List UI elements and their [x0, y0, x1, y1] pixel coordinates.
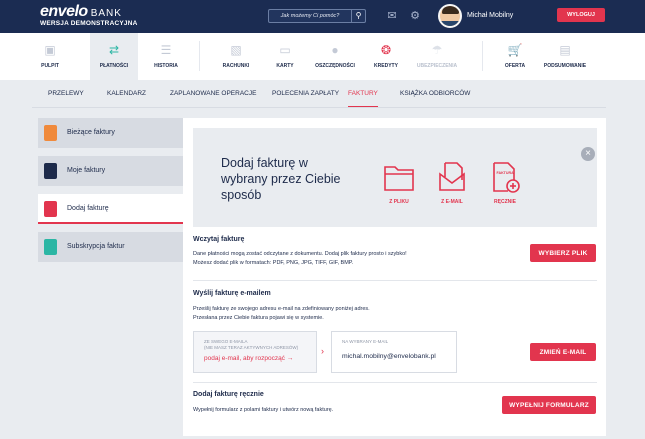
list-icon: ☰	[160, 43, 172, 57]
tab-polecenia-zaplaty[interactable]: POLECENIA ZAPŁATY	[272, 80, 339, 108]
wallet-icon: ▧	[230, 43, 242, 57]
hero-title: Dodaj fakturę w wybrany przez Ciebie spo…	[221, 156, 341, 202]
nav-item-podsumowanie[interactable]: ▤ PODSUMOWANIE	[538, 33, 592, 80]
target-email-label: NA WYBRANY E-MAIL	[342, 339, 389, 344]
nav-item-rachunki[interactable]: ▧ RACHUNKI	[212, 33, 260, 80]
source-email-label: ZE SWEGO E-MAILA (NIE MASZ TERAZ AKTYWNYC…	[204, 339, 299, 350]
option-manual[interactable]: FAKTURA RĘCZNIE	[482, 160, 528, 205]
card-icon: ▭	[279, 43, 291, 57]
nav-item-ubezpieczenia[interactable]: ☂ UBEZPIECZENIA	[407, 33, 467, 80]
upload-desc-line2: Możesz dodać plik w formatach: PDF, PNG,…	[193, 260, 354, 266]
transfer-icon: ⇄	[108, 43, 120, 57]
tab-zaplanowane-operacje[interactable]: ZAPLANOWANE OPERACJE	[170, 80, 256, 108]
invoice-add-icon	[44, 201, 57, 217]
mail-icon[interactable]: ✉	[385, 9, 399, 23]
invoices-icon	[44, 163, 57, 179]
avatar[interactable]	[438, 4, 462, 28]
invoice-badge: FAKTURA	[497, 171, 515, 175]
content-panel: Dodaj fakturę w wybrany przez Ciebie spo…	[183, 118, 606, 436]
option-from-email[interactable]: Z E-MAIL	[429, 160, 475, 205]
logout-button[interactable]: WYLOGUJ	[557, 8, 605, 22]
side-item-subskrypcja-faktur[interactable]: Subskrypcja faktur	[38, 232, 183, 262]
email-section: Wyślij fakturę e-mailem Prześlij fakturę…	[193, 290, 597, 330]
logo[interactable]: envelo BANK WERSJA DEMONSTRACYJNA	[40, 3, 137, 27]
savings-icon: ●	[331, 43, 339, 57]
side-item-biezace-faktury[interactable]: Bieżące faktury	[38, 118, 183, 148]
email-desc-line1: Prześlij fakturę ze swojego adresu e-mai…	[193, 306, 370, 312]
upload-title: Wczytaj fakturę	[193, 236, 245, 243]
invoice-add-icon: FAKTURA	[493, 162, 520, 193]
hero-banner: Dodaj fakturę w wybrany przez Ciebie spo…	[193, 128, 597, 227]
manual-desc: Wypełnij formularz z polami faktury i ut…	[193, 407, 334, 413]
fill-form-button[interactable]: WYPEŁNIJ FORMULARZ	[502, 396, 596, 414]
cart-icon: 🛒	[507, 43, 523, 57]
divider	[193, 382, 597, 383]
change-email-button[interactable]: ZMIEŃ E-MAIL	[530, 343, 596, 361]
target-email-box: NA WYBRANY E-MAIL michal.mobilny@envelob…	[331, 331, 457, 373]
manual-title: Dodaj fakturę ręcznie	[193, 391, 264, 398]
invoice-icon	[44, 125, 57, 141]
logo-subtitle: WERSJA DEMONSTRACYJNA	[40, 20, 138, 27]
sub-nav-divider	[32, 107, 606, 108]
umbrella-icon: ☂	[431, 43, 443, 57]
nav-item-historia[interactable]: ☰ HISTORIA	[142, 33, 190, 80]
side-item-moje-faktury[interactable]: Moje faktury	[38, 156, 183, 186]
option-from-file[interactable]: Z PLIKU	[376, 160, 422, 205]
tab-ksiazka-odbiorcow[interactable]: KSIĄŻKA ODBIORCÓW	[400, 80, 470, 108]
source-email-box: ZE SWEGO E-MAILA (NIE MASZ TERAZ AKTYWNYC…	[193, 331, 317, 373]
main-nav: ▣ PULPIT ⇄ PŁATNOŚCI ☰ HISTORIA ▧ RACHUN…	[0, 33, 645, 80]
tab-kalendarz[interactable]: KALENDARZ	[107, 80, 146, 108]
folder-icon	[384, 166, 414, 191]
search-box: ⚲	[268, 9, 366, 23]
nav-item-platnosci[interactable]: ⇄ PŁATNOŚCI	[90, 33, 138, 80]
provide-email-link[interactable]: podaj e-mail, aby rozpocząć →	[204, 355, 293, 362]
gear-icon[interactable]: ⚙	[408, 9, 422, 23]
summary-icon: ▤	[559, 43, 571, 57]
logo-bank: BANK	[90, 8, 122, 19]
sub-nav: PRZELEWY KALENDARZ ZAPLANOWANE OPERACJE …	[0, 80, 645, 108]
desktop-icon: ▣	[44, 43, 56, 57]
top-bar: enveloBANK WERSJA DEMONSTRACYJNA ⚲ ✉ ⚙ M…	[0, 0, 645, 33]
side-item-dodaj-fakture[interactable]: Dodaj fakturę	[38, 194, 183, 224]
tab-faktury[interactable]: FAKTURY	[348, 80, 378, 108]
divider	[193, 280, 597, 281]
search-icon[interactable]: ⚲	[351, 10, 365, 22]
logo-brand: envelo	[40, 3, 88, 20]
choose-file-button[interactable]: WYBIERZ PLIK	[530, 244, 596, 262]
nav-item-karty[interactable]: ▭ KARTY	[261, 33, 309, 80]
chevron-right-icon: ›	[321, 346, 324, 356]
nav-item-oferta[interactable]: 🛒 OFERTA	[491, 33, 539, 80]
close-icon[interactable]: ×	[581, 147, 595, 161]
search-input[interactable]	[269, 10, 351, 22]
subscription-icon	[44, 239, 57, 255]
nav-item-pulpit[interactable]: ▣ PULPIT	[26, 33, 74, 80]
email-document-icon	[439, 162, 465, 191]
nav-item-oszczednosci[interactable]: ● OSZCZĘDNOŚCI	[308, 33, 362, 80]
email-desc-line2: Przesłana przez Ciebie faktura pojawi si…	[193, 315, 324, 321]
nav-item-kredyty[interactable]: ❂ KREDYTY	[362, 33, 410, 80]
user-name[interactable]: Michał Mobilny	[467, 12, 513, 19]
lifebuoy-icon: ❂	[380, 43, 392, 57]
email-title: Wyślij fakturę e-mailem	[193, 290, 271, 297]
tab-przelewy[interactable]: PRZELEWY	[48, 80, 84, 108]
upload-desc-line1: Dane płatności mogą zostać odczytane z d…	[193, 251, 407, 257]
target-email-value: michal.mobilny@envelobank.pl	[342, 353, 436, 360]
